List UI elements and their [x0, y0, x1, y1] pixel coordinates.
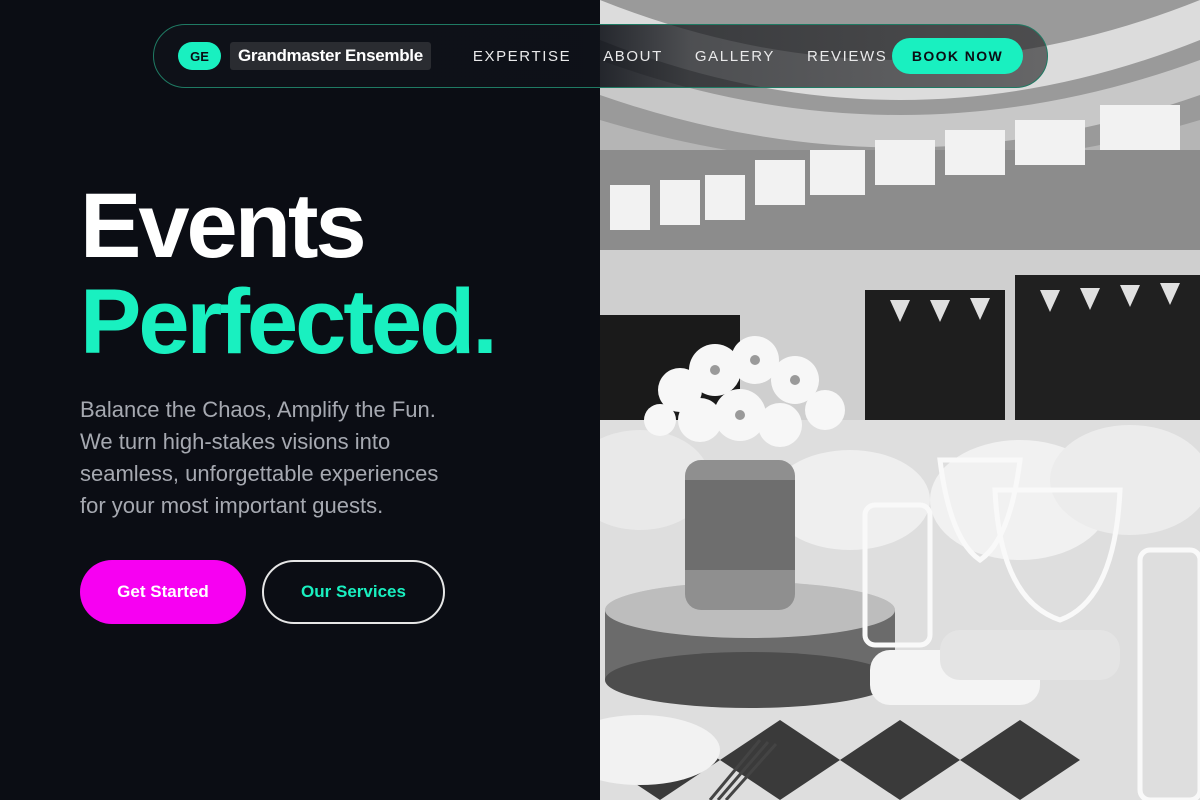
top-navbar: GE Grandmaster Ensemble EXPERTISE ABOUT …	[153, 24, 1048, 88]
brand-name[interactable]: Grandmaster Ensemble	[230, 42, 431, 70]
hero-subtitle-line: We turn high-stakes visions into	[80, 429, 391, 454]
nav-link-expertise[interactable]: EXPERTISE	[473, 48, 571, 65]
hero-subtitle: Balance the Chaos, Amplify the Fun. We t…	[80, 394, 520, 522]
our-services-button[interactable]: Our Services	[262, 560, 445, 624]
hero-photo	[600, 0, 1200, 800]
book-now-button[interactable]: BOOK NOW	[892, 38, 1023, 74]
hero-subtitle-line: Balance the Chaos, Amplify the Fun.	[80, 397, 436, 422]
event-table-setting-photo	[600, 0, 1200, 800]
get-started-button[interactable]: Get Started	[80, 560, 246, 624]
nav-links: EXPERTISE ABOUT GALLERY REVIEWS	[473, 48, 888, 65]
hero-headline-line1: Events	[80, 175, 367, 277]
logo-badge[interactable]: GE	[178, 42, 221, 70]
nav-link-about[interactable]: ABOUT	[603, 48, 663, 65]
nav-link-gallery[interactable]: GALLERY	[695, 48, 775, 65]
hero-subtitle-line: for your most important guests.	[80, 493, 384, 518]
hero-headline-line2: Perfected.	[80, 271, 498, 373]
hero-subtitle-line: seamless, unforgettable experiences	[80, 461, 439, 486]
nav-link-reviews[interactable]: REVIEWS	[807, 48, 887, 65]
